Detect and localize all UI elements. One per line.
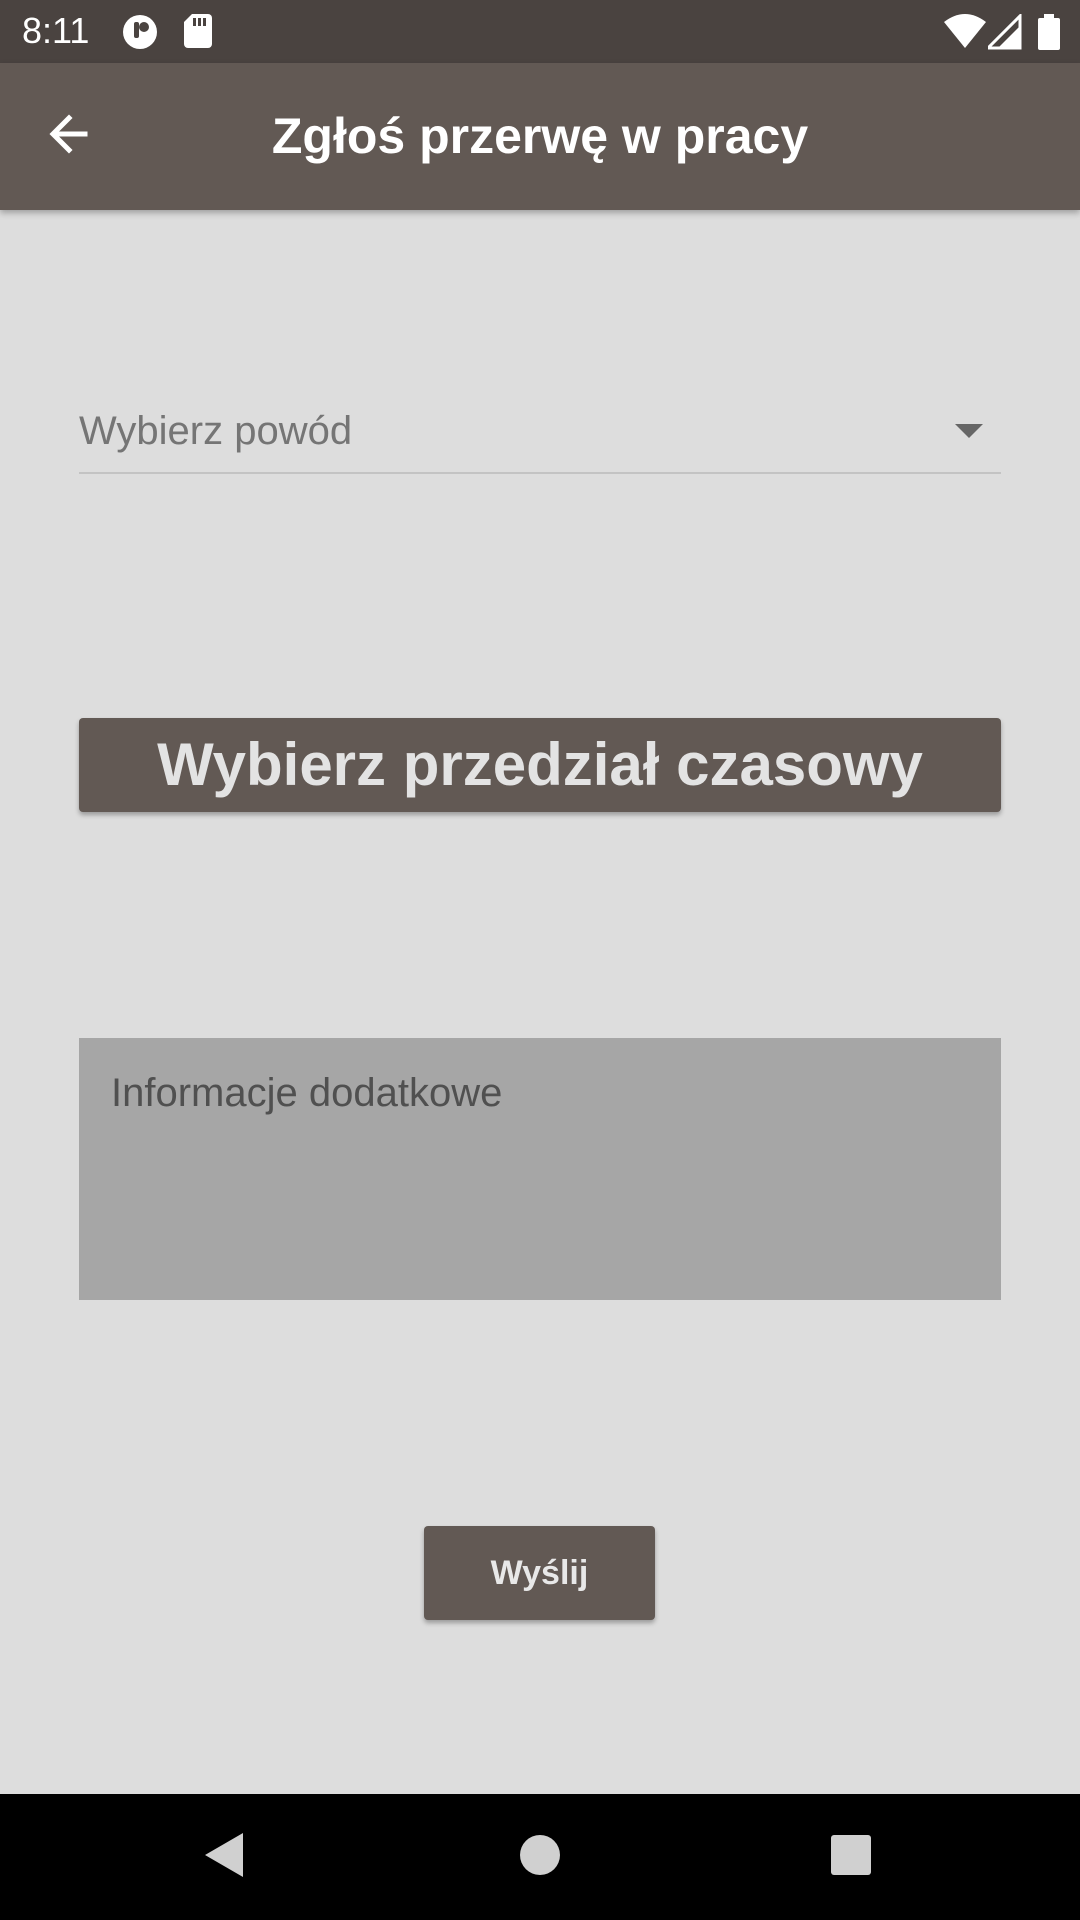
status-bar: 8:11 bbox=[0, 0, 1080, 63]
app-bar: Zgłoś przerwę w pracy bbox=[0, 63, 1080, 210]
battery-icon bbox=[1038, 14, 1060, 50]
screen: 8:11 Zgłoś przerwę w pracy Wybierz powód… bbox=[0, 0, 1080, 1920]
reason-dropdown-placeholder: Wybierz powód bbox=[79, 409, 353, 453]
nav-back-button[interactable] bbox=[192, 1824, 258, 1890]
navigation-bar bbox=[0, 1794, 1080, 1920]
recents-square-icon bbox=[831, 1834, 871, 1880]
time-range-button[interactable]: Wybierz przedział czasowy bbox=[79, 718, 1001, 812]
additional-info-field[interactable]: Informacje dodatkowe bbox=[79, 1038, 1001, 1300]
nav-recents-button[interactable] bbox=[818, 1824, 884, 1890]
send-button[interactable]: Wyślij bbox=[424, 1526, 655, 1620]
status-time: 8:11 bbox=[22, 10, 90, 51]
cell-signal-icon bbox=[984, 12, 1024, 50]
sd-card-icon bbox=[184, 14, 220, 50]
home-circle-icon bbox=[519, 1834, 561, 1881]
page-title: Zgłoś przerwę w pracy bbox=[271, 108, 809, 164]
app-notification-icon bbox=[122, 14, 158, 50]
reason-dropdown[interactable]: Wybierz powód bbox=[79, 392, 1001, 474]
dropdown-arrow-icon bbox=[955, 424, 983, 438]
nav-home-button[interactable] bbox=[507, 1824, 573, 1890]
wifi-icon bbox=[944, 14, 986, 50]
back-triangle-icon bbox=[203, 1831, 247, 1884]
additional-info-placeholder: Informacje dodatkowe bbox=[111, 1071, 503, 1115]
